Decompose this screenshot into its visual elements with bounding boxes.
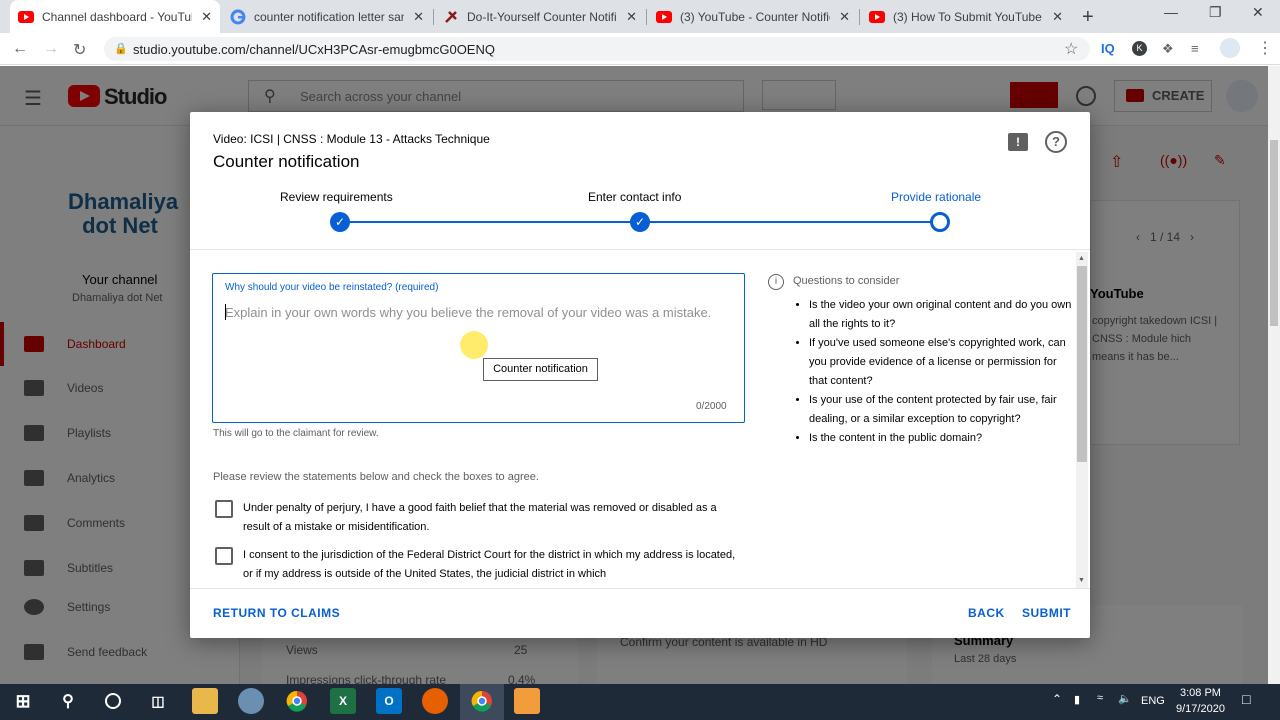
k-extension-icon[interactable]: K bbox=[1132, 41, 1147, 56]
tab-title: counter notification letter sam bbox=[254, 9, 404, 24]
minimize-icon[interactable]: — bbox=[1164, 4, 1178, 20]
perjury-statement: Under penalty of perjury, I have a good … bbox=[243, 502, 717, 533]
chrome-active-icon[interactable] bbox=[469, 688, 495, 714]
cortana-icon[interactable] bbox=[100, 688, 126, 714]
step-label-review: Review requirements bbox=[280, 190, 393, 204]
tab-title: Do-It-Yourself Counter Notifica bbox=[467, 9, 617, 24]
jurisdiction-statement: I consent to the jurisdiction of the Fed… bbox=[243, 549, 736, 580]
battery-icon[interactable]: ▮ bbox=[1074, 693, 1080, 706]
step-current-indicator bbox=[930, 212, 950, 232]
tab-title: (3) YouTube - Counter Notifica bbox=[680, 9, 830, 24]
rationale-placeholder: Explain in your own words why you believ… bbox=[225, 305, 712, 320]
clock-date[interactable]: 9/17/2020 bbox=[1176, 703, 1225, 715]
tab-separator bbox=[433, 9, 434, 25]
back-button[interactable]: BACK bbox=[968, 606, 1005, 620]
recorder-app-icon[interactable] bbox=[514, 688, 540, 714]
task-view-icon[interactable]: ◫ bbox=[145, 688, 171, 714]
questions-list: Is the video your own original content a… bbox=[793, 296, 1073, 448]
dialog-scrollbar-thumb[interactable] bbox=[1077, 266, 1087, 462]
notifications-icon[interactable]: □ bbox=[1242, 691, 1250, 707]
chrome-menu-icon[interactable]: ⋮ bbox=[1257, 38, 1273, 58]
restore-icon[interactable]: ❐ bbox=[1209, 4, 1222, 21]
lock-icon: 🔒 bbox=[114, 43, 128, 55]
tab-youtube-counter[interactable]: (3) YouTube - Counter Notifica ✕ bbox=[648, 0, 858, 33]
youtube-icon bbox=[18, 9, 34, 25]
perjury-checkbox[interactable] bbox=[215, 500, 233, 518]
jurisdiction-checkbox[interactable] bbox=[215, 547, 233, 565]
language-indicator[interactable]: ENG bbox=[1141, 695, 1165, 707]
tray-expand-icon[interactable]: ⌃ bbox=[1052, 692, 1062, 706]
paint-app-icon[interactable] bbox=[238, 688, 264, 714]
clock-time[interactable]: 3:08 PM bbox=[1180, 687, 1221, 699]
reload-icon[interactable]: ↻ bbox=[73, 40, 86, 60]
submit-button[interactable]: SUBMIT bbox=[1022, 606, 1071, 620]
chrome-icon[interactable] bbox=[284, 688, 310, 714]
close-tab-icon[interactable]: ✕ bbox=[1052, 9, 1063, 25]
tab-separator bbox=[646, 9, 647, 25]
step-label-contact: Enter contact info bbox=[588, 190, 682, 204]
volume-icon[interactable]: 🔈 bbox=[1118, 692, 1132, 705]
profile-avatar[interactable] bbox=[1220, 38, 1240, 58]
claimant-note: This will go to the claimant for review. bbox=[213, 428, 379, 439]
outlook-icon[interactable]: O bbox=[376, 688, 402, 714]
file-explorer-icon[interactable] bbox=[192, 688, 218, 714]
dialog-title: Counter notification bbox=[213, 152, 360, 171]
google-icon bbox=[230, 9, 246, 25]
iq-extension-icon[interactable]: IQ bbox=[1101, 41, 1115, 56]
tab-channel-dashboard[interactable]: Channel dashboard - YouTube ✕ bbox=[10, 0, 220, 33]
back-arrow-icon[interactable]: ← bbox=[12, 40, 28, 58]
scroll-down-icon[interactable]: ▼ bbox=[1078, 577, 1085, 584]
video-title-line: Video: ICSI | CNSS : Module 13 - Attacks… bbox=[213, 132, 490, 146]
info-icon: i bbox=[768, 274, 784, 290]
new-tab-button[interactable]: + bbox=[1082, 6, 1094, 29]
youtube-icon bbox=[869, 9, 885, 25]
tab-title: Channel dashboard - YouTube bbox=[42, 9, 192, 24]
tab-diy-counter[interactable]: Do-It-Yourself Counter Notifica ✕ bbox=[435, 0, 645, 33]
close-tab-icon[interactable]: ✕ bbox=[626, 9, 637, 25]
step-label-rationale: Provide rationale bbox=[891, 190, 982, 204]
url-text[interactable]: studio.youtube.com/channel/UCxH3PCAsr-em… bbox=[133, 42, 495, 57]
list-item: Is your use of the content protected by … bbox=[809, 391, 1073, 429]
taskbar-search-icon[interactable]: ⚲ bbox=[55, 688, 81, 714]
close-tab-icon[interactable]: ✕ bbox=[413, 9, 424, 25]
tab-separator bbox=[859, 9, 860, 25]
scroll-up-icon[interactable]: ▲ bbox=[1078, 255, 1085, 262]
puzzle-extensions-icon[interactable]: ❖ bbox=[1162, 41, 1174, 57]
list-item: Is the content in the public domain? bbox=[809, 429, 1073, 448]
wifi-icon[interactable]: ≈ bbox=[1097, 692, 1103, 704]
close-tab-icon[interactable]: ✕ bbox=[839, 9, 850, 25]
step-check-icon: ✓ bbox=[630, 212, 650, 232]
mouse-highlight bbox=[460, 331, 488, 359]
tab-google-search[interactable]: counter notification letter sam ✕ bbox=[222, 0, 432, 33]
list-item: Is the video your own original content a… bbox=[809, 296, 1073, 334]
questions-heading: Questions to consider bbox=[793, 275, 900, 287]
diy-site-icon bbox=[443, 9, 459, 25]
help-icon[interactable]: ? bbox=[1045, 131, 1067, 153]
tab-how-to-submit[interactable]: (3) How To Submit YouTube D ✕ bbox=[861, 0, 1071, 33]
close-tab-icon[interactable]: ✕ bbox=[201, 9, 212, 25]
firefox-icon[interactable] bbox=[422, 688, 448, 714]
rationale-label: Why should your video be reinstated? (re… bbox=[225, 282, 439, 293]
list-item: If you've used someone else's copyrighte… bbox=[809, 334, 1073, 391]
report-feedback-icon[interactable]: ! bbox=[1008, 133, 1028, 151]
forward-arrow-icon[interactable]: → bbox=[43, 40, 59, 58]
char-counter: 0/2000 bbox=[696, 401, 727, 412]
divider bbox=[190, 249, 1090, 250]
youtube-icon bbox=[656, 9, 672, 25]
tab-title: (3) How To Submit YouTube D bbox=[893, 9, 1043, 24]
return-to-claims-button[interactable]: RETURN TO CLAIMS bbox=[213, 606, 340, 620]
page-scrollbar-thumb[interactable] bbox=[1270, 140, 1278, 326]
reading-list-icon[interactable]: ≡ bbox=[1191, 41, 1199, 56]
window-close-icon[interactable]: ✕ bbox=[1252, 4, 1264, 21]
text-cursor bbox=[225, 304, 226, 320]
tooltip: Counter notification bbox=[483, 358, 598, 381]
excel-icon[interactable]: X bbox=[330, 688, 356, 714]
review-note: Please review the statements below and c… bbox=[213, 471, 539, 483]
bookmark-star-icon[interactable]: ☆ bbox=[1064, 39, 1078, 59]
step-check-icon: ✓ bbox=[330, 212, 350, 232]
windows-start-icon[interactable]: ⊞ bbox=[10, 688, 36, 714]
divider bbox=[190, 588, 1090, 589]
